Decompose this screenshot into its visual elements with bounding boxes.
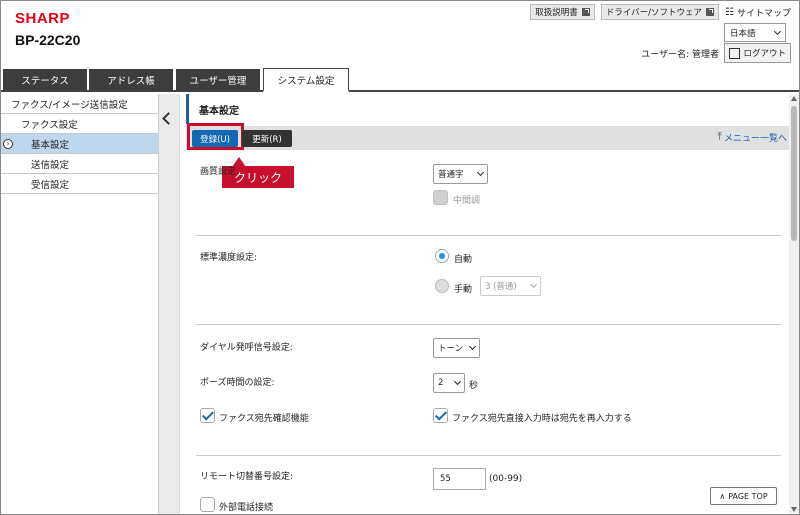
reenter-destination-label: ファクス宛先直接入力時は宛先を再入力する xyxy=(452,414,632,424)
sidebar-item-send-settings[interactable]: 送信設定 xyxy=(1,154,158,174)
chevron-down-icon xyxy=(453,377,462,386)
chevron-up-icon: ∧ xyxy=(719,491,726,501)
chevron-left-icon xyxy=(162,112,175,125)
sitemap-icon: ☷ xyxy=(725,6,734,18)
language-value: 日本語 xyxy=(730,28,756,39)
logout-button[interactable]: ログアウト xyxy=(724,43,791,63)
chevron-down-icon xyxy=(468,342,477,351)
remote-switch-range: (00-99) xyxy=(489,474,523,484)
divider xyxy=(196,324,781,325)
remote-switch-input[interactable]: 55 xyxy=(433,468,486,490)
chevron-down-icon xyxy=(773,27,782,35)
external-link-icon xyxy=(581,8,590,16)
confirm-destination-label: ファクス宛先確認機能 xyxy=(219,414,309,424)
page-top-button[interactable]: ∧ PAGE TOP xyxy=(710,487,777,505)
driver-link[interactable]: ドライバー/ソフトウェア xyxy=(600,4,720,20)
image-quality-label: 画質設定: xyxy=(200,167,240,177)
model-name: BP-22C20 xyxy=(15,32,81,48)
density-label: 標準濃度設定: xyxy=(200,253,258,263)
sitemap-label: サイトマップ xyxy=(736,8,791,19)
halftone-checkbox[interactable] xyxy=(433,190,448,205)
sidebar-item-label: ファクス設定 xyxy=(21,119,78,131)
page-title: 基本設定 xyxy=(186,94,239,124)
sidebar-item-fax-settings[interactable]: ファクス設定 xyxy=(1,114,158,134)
logout-label: ログアウト xyxy=(743,49,786,59)
sidebar-item-label: 送信設定 xyxy=(31,159,70,171)
chevron-down-icon xyxy=(476,168,485,177)
density-auto-label: 自動 xyxy=(454,255,473,265)
image-quality-select[interactable]: 普通字 xyxy=(433,164,488,184)
external-phone-label: 外部電話接続 xyxy=(219,503,274,513)
driver-link-label: ドライバー/ソフトウェア xyxy=(605,8,703,18)
sharp-logo: SHARP xyxy=(15,10,71,27)
divider xyxy=(196,455,781,456)
top-links: 取扱説明書 ドライバー/ソフトウェア ☷ サイトマップ xyxy=(530,4,791,20)
sidebar-item-label: 受信設定 xyxy=(31,179,70,191)
sidebar-item-label: ファクス/イメージ送信設定 xyxy=(11,99,128,111)
tab-status[interactable]: ステータス xyxy=(3,69,87,91)
tab-address-book[interactable]: アドレス帳 xyxy=(89,69,173,91)
click-highlight-box xyxy=(187,123,244,150)
tab-user-management[interactable]: ユーザー管理 xyxy=(176,69,260,91)
username-label: ユーザー名: 管理者 xyxy=(641,50,719,60)
reenter-destination-checkbox[interactable] xyxy=(433,408,448,423)
menu-list-label: メニュー一覧へ xyxy=(723,133,787,144)
halftone-label: 中間調 xyxy=(453,196,481,206)
sitemap-link[interactable]: ☷ サイトマップ xyxy=(725,6,791,19)
manual-link-label: 取扱説明書 xyxy=(535,8,578,18)
remote-switch-label: リモート切替番号設定: xyxy=(200,472,294,482)
tab-system-settings[interactable]: システム設定 xyxy=(263,68,349,92)
manual-link[interactable]: 取扱説明書 xyxy=(530,4,595,20)
update-button[interactable]: 更新(R) xyxy=(242,130,292,147)
sidebar-item-fax-image-send[interactable]: ファクス/イメージ送信設定 xyxy=(1,94,158,114)
density-manual-label: 手動 xyxy=(454,285,473,295)
sidebar: ファクス/イメージ送信設定 ファクス設定 › 基本設定 送信設定 受信設定 xyxy=(1,94,159,514)
sidebar-item-basic-settings[interactable]: › 基本設定 xyxy=(1,134,158,154)
image-quality-value: 普通字 xyxy=(438,170,464,180)
scrollbar[interactable] xyxy=(789,94,799,514)
back-to-top-icon: ⤒ xyxy=(717,130,722,143)
scroll-thumb[interactable] xyxy=(791,106,797,241)
sidebar-collapse-button[interactable] xyxy=(159,94,180,514)
pause-time-select[interactable]: 2 xyxy=(433,373,465,393)
external-phone-checkbox[interactable] xyxy=(200,497,215,512)
main-content: 基本設定 登録(U) 更新(R) ⤒ メニュー一覧へ クリック 画質設定: 普通… xyxy=(186,94,789,514)
page-top-label: PAGE TOP xyxy=(728,491,768,501)
density-manual-value: 3 (普通) xyxy=(485,282,517,292)
divider xyxy=(196,235,781,236)
pause-time-label: ポーズ時間の設定: xyxy=(200,378,275,388)
language-select[interactable]: 日本語 xyxy=(724,23,786,42)
scroll-down-icon[interactable] xyxy=(791,507,797,512)
pause-time-unit: 秒 xyxy=(469,381,479,391)
confirm-destination-checkbox[interactable] xyxy=(200,408,215,423)
pause-time-value: 2 xyxy=(438,378,444,388)
current-page-icon: › xyxy=(3,138,13,149)
menu-list-link[interactable]: ⤒ メニュー一覧へ xyxy=(717,130,787,144)
sidebar-item-receive-settings[interactable]: 受信設定 xyxy=(1,174,158,194)
external-link-icon xyxy=(706,8,715,16)
sidebar-item-label: 基本設定 xyxy=(31,139,70,151)
dial-signal-select[interactable]: トーン xyxy=(433,338,480,358)
scroll-up-icon[interactable] xyxy=(791,96,797,101)
tab-bar: ステータス アドレス帳 ユーザー管理 システム設定 xyxy=(1,68,799,92)
logout-icon xyxy=(729,47,741,59)
dial-signal-value: トーン xyxy=(438,344,464,354)
chevron-down-icon xyxy=(529,280,538,289)
dial-signal-label: ダイヤル発呼信号設定: xyxy=(200,343,293,353)
density-auto-radio[interactable] xyxy=(435,249,449,263)
density-manual-radio[interactable] xyxy=(435,279,449,293)
density-manual-select[interactable]: 3 (普通) xyxy=(480,276,541,296)
